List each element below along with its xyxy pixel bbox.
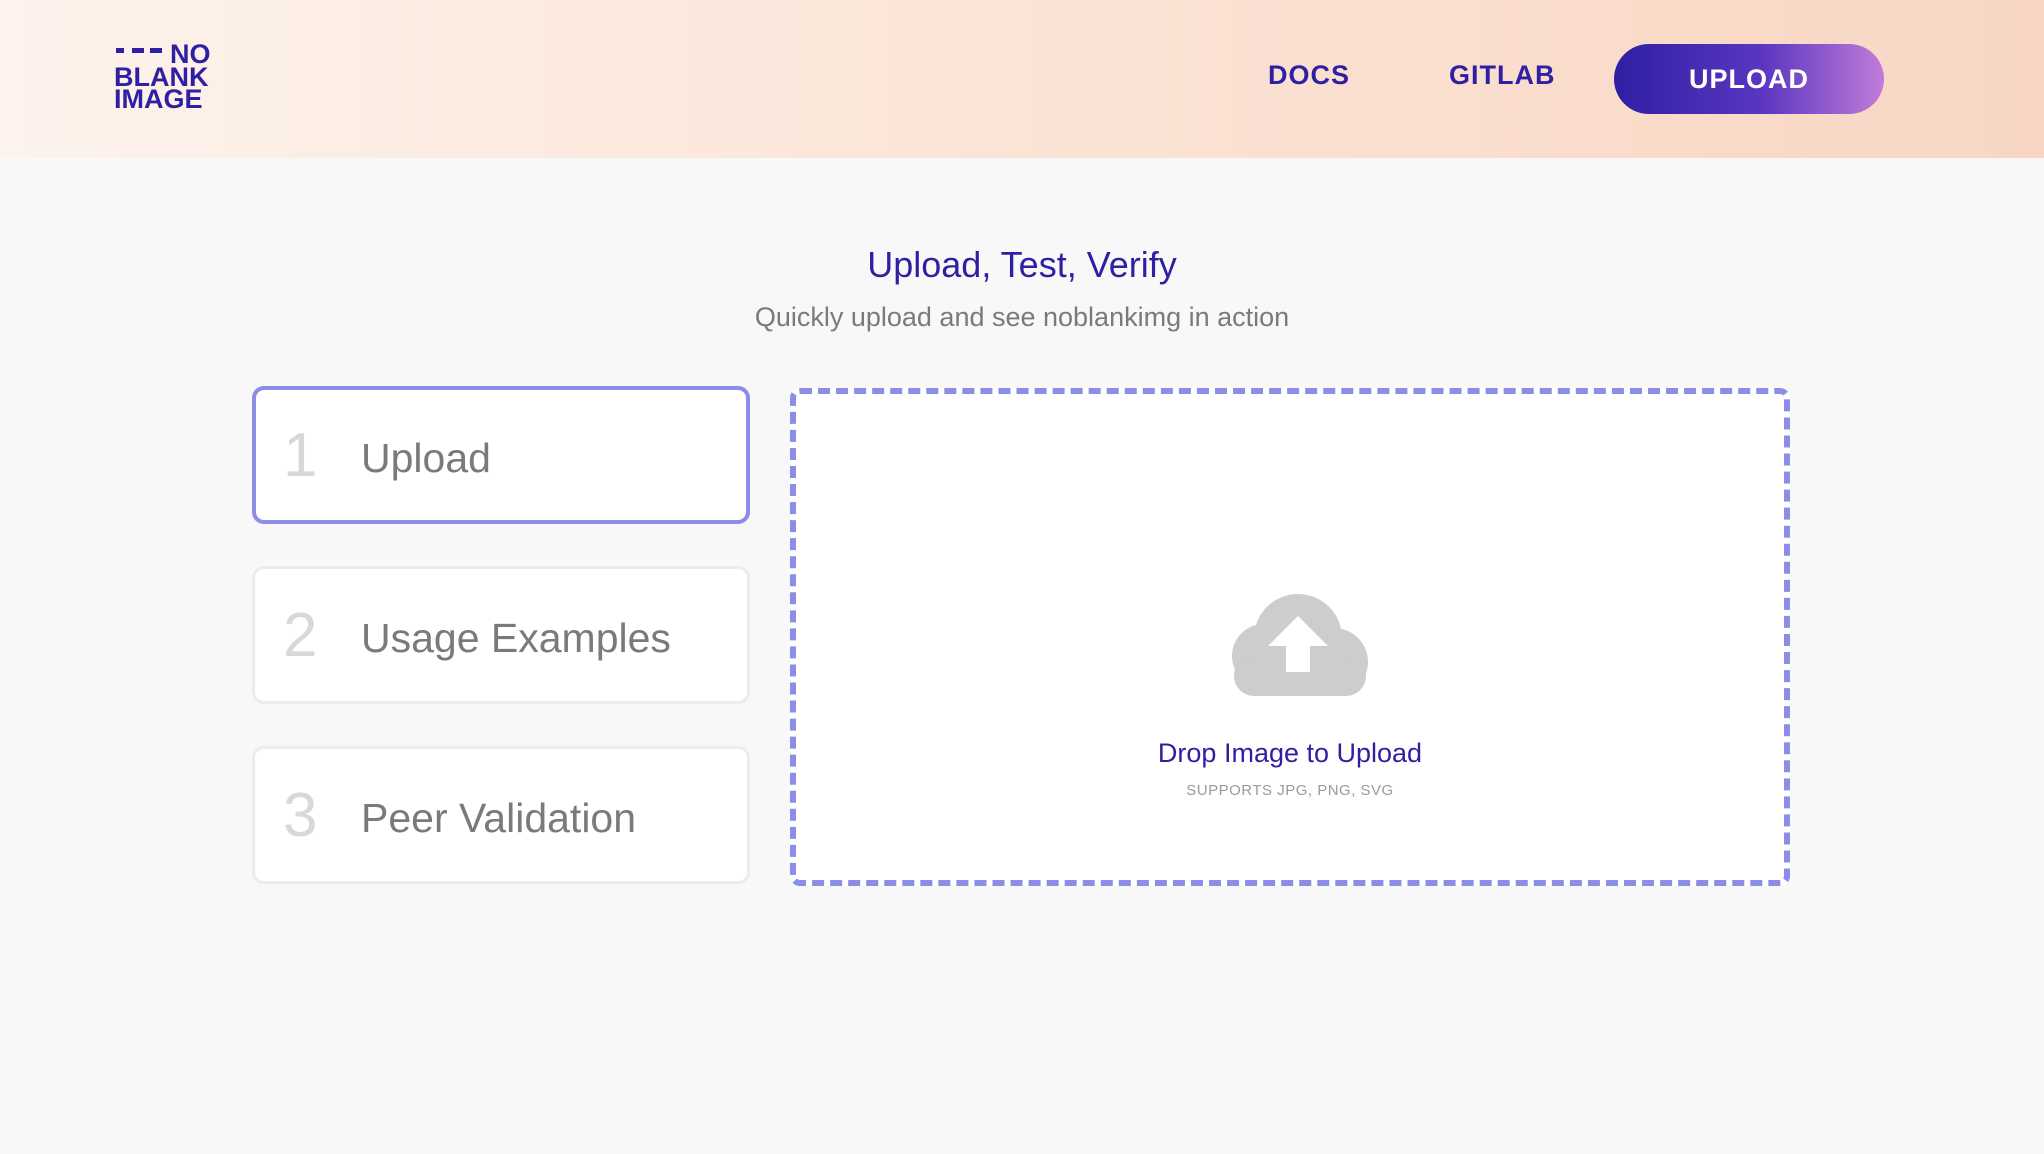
header: NO BLANK IMAGE DOCS GITLAB UPLOAD [0,0,2044,158]
page-title: Upload, Test, Verify [867,244,1177,285]
step-usage-examples[interactable]: 2 Usage Examples [252,566,750,704]
step-label: Peer Validation [361,795,637,841]
step-upload[interactable]: 1 Upload [252,386,750,524]
step-number: 2 [283,601,318,670]
image-dropzone[interactable]: Drop Image to Upload SUPPORTS JPG, PNG, … [790,388,1790,886]
dropzone-title: Drop Image to Upload [1157,738,1423,768]
step-label: Upload [361,435,491,481]
logo-text-image: IMAGE [114,84,203,114]
dropzone-supported-formats: SUPPORTS JPG, PNG, SVG [1186,782,1394,799]
step-number: 1 [283,421,318,490]
step-number: 3 [283,781,318,850]
upload-button[interactable]: UPLOAD [1614,44,1884,114]
nav-gitlab-link[interactable]: GITLAB [1449,60,1556,91]
page-subtitle: Quickly upload and see noblankimg in act… [754,302,1290,332]
step-peer-validation[interactable]: 3 Peer Validation [252,746,750,884]
logo[interactable]: NO BLANK IMAGE [114,41,214,114]
logo-dashes-icon [116,48,162,53]
cloud-upload-icon [1232,594,1368,696]
nav-docs-link[interactable]: DOCS [1268,60,1350,91]
step-label: Usage Examples [361,615,671,661]
